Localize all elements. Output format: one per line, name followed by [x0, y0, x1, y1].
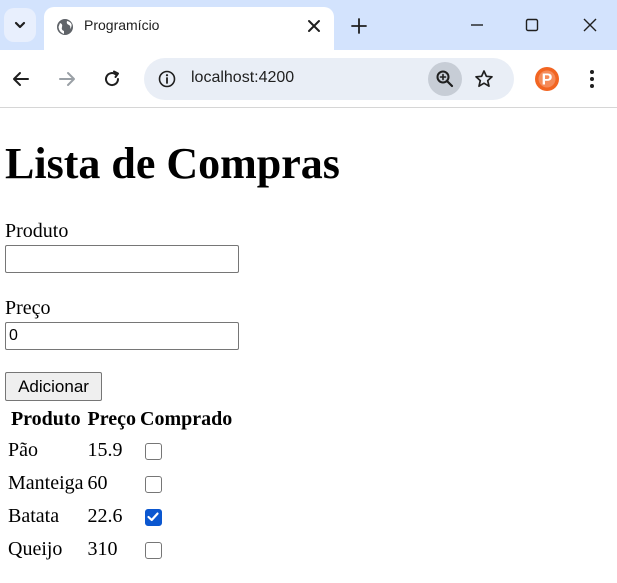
row-comprado — [139, 534, 233, 565]
browser-tab[interactable]: Programício — [44, 7, 334, 50]
forward-arrow-icon[interactable] — [57, 69, 77, 89]
produto-label: Produto — [5, 220, 69, 242]
checkmark-icon — [147, 512, 159, 522]
zoom-in-icon — [436, 70, 454, 88]
table-header-row: Produto Preço Comprado — [7, 405, 233, 433]
info-icon[interactable] — [158, 70, 176, 88]
comprado-checkbox[interactable] — [145, 475, 163, 493]
maximize-icon[interactable] — [524, 17, 540, 33]
header-preco: Preço — [87, 407, 137, 430]
comprado-checkbox[interactable] — [145, 541, 163, 559]
row-produto: Manteiga — [8, 472, 84, 494]
close-window-icon[interactable] — [582, 17, 598, 33]
globe-icon — [57, 19, 73, 35]
extension-p-icon[interactable]: P — [534, 66, 560, 92]
header-produto: Produto — [10, 407, 81, 430]
table-row: Queijo 310 — [7, 534, 233, 565]
tab-strip: Programício — [0, 0, 617, 50]
row-preco: 310 — [87, 538, 118, 560]
adicionar-button[interactable]: Adicionar — [5, 372, 102, 401]
kebab-menu-icon[interactable] — [582, 68, 602, 90]
row-comprado — [139, 468, 233, 499]
header-comprado: Comprado — [140, 407, 233, 430]
reload-icon[interactable] — [102, 69, 122, 89]
zoom-button[interactable] — [428, 62, 462, 96]
row-produto: Queijo — [8, 538, 63, 560]
url-text[interactable]: localhost:4200 — [191, 69, 294, 87]
row-preco: 15.9 — [87, 439, 123, 461]
comprado-checkbox[interactable] — [145, 442, 163, 460]
page-title: Lista de Compras — [5, 139, 340, 188]
row-preco: 22.6 — [87, 505, 123, 527]
table-row: Batata 22.6 — [7, 501, 233, 532]
comprado-checkbox-checked[interactable] — [145, 508, 163, 526]
row-produto: Batata — [8, 505, 60, 527]
minimize-icon[interactable] — [469, 17, 485, 33]
row-comprado — [139, 501, 233, 532]
chevron-down-icon — [14, 21, 26, 29]
preco-label: Preço — [5, 297, 51, 319]
tab-title: Programício — [84, 17, 160, 33]
address-bar[interactable]: localhost:4200 — [144, 58, 514, 100]
shopping-table: Produto Preço Comprado Pão 15.9 Manteiga… — [5, 403, 235, 567]
tab-search-button[interactable] — [4, 8, 36, 42]
row-produto: Pão — [8, 439, 38, 461]
row-comprado — [139, 435, 233, 466]
plus-icon[interactable] — [350, 17, 368, 35]
produto-input[interactable] — [5, 245, 239, 273]
browser-toolbar: localhost:4200 P — [0, 50, 617, 108]
extension-letter: P — [542, 72, 553, 89]
star-icon[interactable] — [474, 69, 494, 89]
table-row: Manteiga 60 — [7, 468, 233, 499]
page-content: Lista de Compras Produto Preço Adicionar… — [0, 109, 617, 583]
table-row: Pão 15.9 — [7, 435, 233, 466]
preco-input[interactable] — [5, 322, 239, 350]
close-icon[interactable] — [306, 18, 322, 34]
back-arrow-icon[interactable] — [11, 69, 31, 89]
row-preco: 60 — [87, 472, 108, 494]
